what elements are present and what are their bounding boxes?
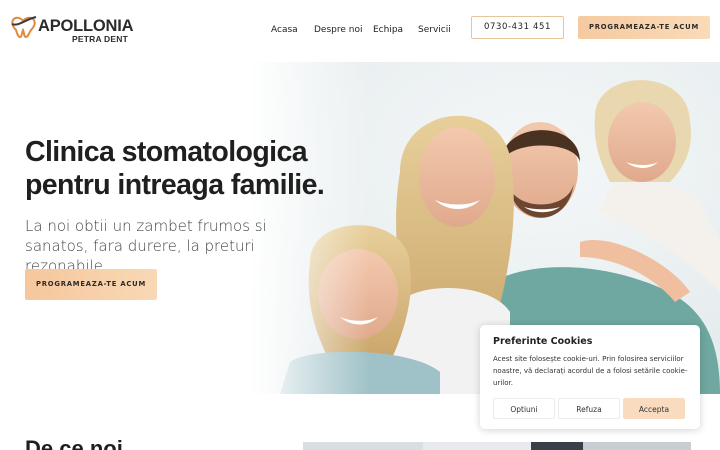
tooth-logo-icon (11, 16, 37, 39)
hero-title: Clinica stomatologica pentru intreaga fa… (25, 136, 325, 201)
header-appointment-button[interactable]: PROGRAMEAZA-TE ACUM (578, 16, 710, 39)
nav-item-acasa[interactable]: Acasa (271, 25, 298, 35)
cookie-consent-popup: Preferinte Cookies Acest site folosește … (480, 325, 700, 429)
logo[interactable]: APOLLONIA PETRA DENT (10, 15, 134, 45)
cookie-text: Acest site folosește cookie-uri. Prin fo… (493, 355, 688, 387)
site-header: APOLLONIA PETRA DENT Acasa Despre noi Ec… (0, 0, 720, 62)
nav-item-servicii[interactable]: Servicii (418, 25, 451, 35)
cookie-title: Preferinte Cookies (493, 336, 593, 347)
cookie-options-button[interactable]: Optiuni (493, 398, 555, 419)
section-title: De ce noi (25, 436, 123, 450)
nav-item-echipa[interactable]: Echipa (373, 25, 403, 35)
cookie-refuse-button[interactable]: Refuza (558, 398, 620, 419)
brand-subname: PETRA DENT (72, 34, 128, 44)
section-image (531, 442, 583, 450)
hero-appointment-button[interactable]: PROGRAMEAZA-TE ACUM (25, 269, 157, 300)
section-image (303, 442, 423, 450)
section-image-strip (303, 442, 691, 450)
phone-button[interactable]: 0730-431 451 (471, 16, 564, 39)
hero-subtitle: La noi obtii un zambet frumos si sanatos… (25, 217, 267, 275)
section-image (423, 442, 531, 450)
cookie-accept-button[interactable]: Accepta (623, 398, 685, 419)
section-image (583, 442, 691, 450)
nav-item-despre-noi[interactable]: Despre noi (314, 25, 362, 35)
